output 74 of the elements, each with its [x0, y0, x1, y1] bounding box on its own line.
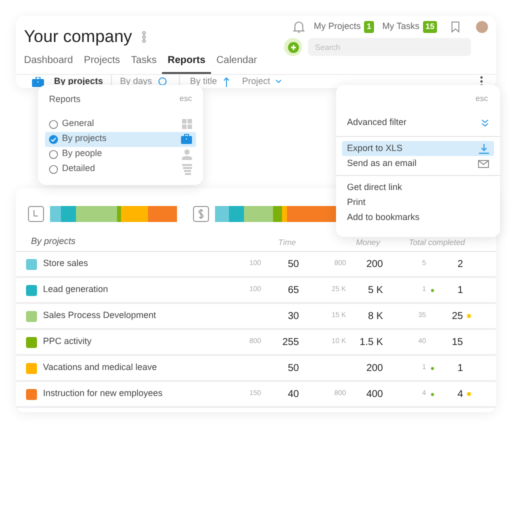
esc-hint: esc [476, 93, 488, 105]
nav-tab[interactable]: Tasks [131, 54, 157, 74]
group-dropdown[interactable]: Project [242, 75, 270, 88]
radio-checked-icon [49, 134, 58, 144]
nav-tab[interactable]: Dashboard [24, 54, 73, 74]
double-chevron-down-icon [481, 118, 489, 126]
table-cell: 400 [366, 388, 383, 400]
table-cell-text: 1 [457, 284, 463, 298]
column-header: Total completed [408, 237, 465, 249]
project-name: Store sales [43, 257, 90, 270]
grid-icon [182, 119, 192, 129]
nav-tab[interactable]: Projects [84, 54, 120, 74]
menu-item[interactable]: Get direct link [342, 180, 494, 195]
company-name: Your company [24, 26, 132, 48]
download-icon [479, 144, 489, 154]
column-header: Time [277, 237, 296, 249]
radio-icon [49, 120, 58, 128]
table-cell: 200 [366, 362, 383, 374]
table-cell-text: 1 [457, 362, 463, 376]
table-cell: 5 K [368, 284, 383, 296]
table-cell: 1.5 K [360, 336, 383, 348]
bell-icon[interactable] [292, 20, 306, 34]
count-badge: 15 [422, 21, 438, 33]
table-cell-text: 25 [452, 310, 463, 324]
kebab-icon[interactable] [142, 30, 146, 43]
table-cell-text: 4 [457, 388, 463, 402]
briefcase-icon [181, 134, 192, 144]
menu-item[interactable]: By projects [45, 132, 196, 146]
menu-item[interactable]: Add to bookmarks [342, 210, 494, 225]
menu-item[interactable]: Detailed [45, 162, 196, 176]
menu-item[interactable]: Print [342, 195, 494, 210]
project-name: Lead generation [43, 283, 110, 296]
esc-hint: esc [180, 93, 192, 105]
list-icon [182, 164, 192, 174]
table-cell: 200 [366, 258, 383, 270]
menu-item[interactable]: General [45, 116, 196, 132]
project-name: Vacations and medical leave [43, 361, 158, 374]
table-cell: 255 [282, 336, 299, 348]
table-cell-text: 2 [457, 258, 463, 272]
table-cell: 8 K [368, 310, 383, 322]
table-cell: 30 [288, 310, 299, 322]
table-title: By projects [31, 234, 76, 248]
nav-tab[interactable]: Reports [162, 54, 212, 74]
person-icon [182, 148, 192, 160]
my-projects-link[interactable]: My Projects [314, 20, 361, 34]
avatar[interactable] [476, 21, 488, 33]
table-cell: 50 [288, 362, 299, 374]
menu-item[interactable]: Export to XLS [342, 141, 494, 156]
project-name: PPC activity [43, 335, 93, 348]
menu-item[interactable]: Send as an email [342, 156, 494, 171]
menu-item[interactable]: By people [45, 146, 196, 162]
nav-tab[interactable]: Calendar [216, 54, 257, 74]
project-name: Sales Process Development [43, 309, 158, 322]
project-name: Instruction for new employees [43, 387, 164, 400]
period-dropdown[interactable]: By days [120, 75, 152, 88]
add-button[interactable] [284, 38, 302, 56]
sort-dropdown[interactable]: By title [190, 75, 218, 88]
bookmark-icon[interactable] [451, 21, 460, 33]
table-cell: 65 [288, 284, 299, 296]
chevron-down-icon [275, 79, 282, 84]
menu-item[interactable]: Advanced filter [342, 115, 494, 130]
arrow-up-icon[interactable] [223, 76, 230, 87]
circle-icon [158, 77, 168, 86]
column-header: Money [354, 237, 380, 249]
table-cell: 40 [288, 388, 299, 400]
mail-icon [478, 160, 489, 168]
my-tasks-link[interactable]: My Tasks [382, 20, 420, 34]
table-cell-text: 15 [452, 336, 463, 350]
menu-title: Reports [49, 93, 81, 106]
table-cell: 50 [288, 258, 299, 270]
dollar-icon [193, 206, 209, 222]
clock-icon [28, 206, 44, 222]
count-badge: 1 [364, 21, 374, 33]
plus-icon [288, 42, 298, 52]
